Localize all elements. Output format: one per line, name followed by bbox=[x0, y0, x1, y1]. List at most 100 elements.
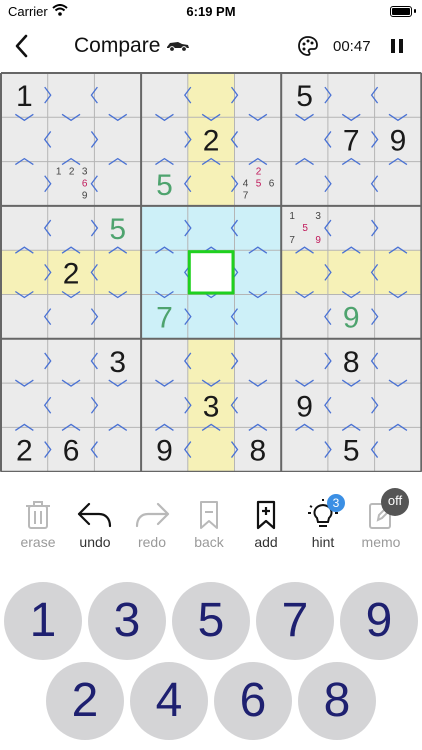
pause-icon[interactable] bbox=[391, 39, 403, 53]
board-cell[interactable] bbox=[47, 383, 95, 428]
back-button[interactable]: back bbox=[181, 498, 237, 556]
board-cell[interactable] bbox=[187, 73, 235, 118]
board-cell[interactable] bbox=[281, 161, 328, 206]
keypad-2-button[interactable]: 2 bbox=[46, 662, 124, 740]
board-cell[interactable] bbox=[234, 73, 282, 118]
cell-given-digit: 1 bbox=[16, 80, 33, 113]
board-cell[interactable] bbox=[1, 294, 48, 339]
undo-button[interactable]: undo bbox=[67, 498, 123, 556]
board-cell[interactable] bbox=[234, 205, 282, 251]
hint-button[interactable]: hint 3 bbox=[295, 494, 351, 556]
board-cell[interactable] bbox=[94, 294, 142, 339]
board-cell[interactable] bbox=[374, 294, 422, 339]
board-cell[interactable] bbox=[1, 161, 48, 206]
keypad-6-button[interactable]: 6 bbox=[214, 662, 292, 740]
keypad-8-button[interactable]: 8 bbox=[298, 662, 376, 740]
keypad-1-button[interactable]: 1 bbox=[4, 582, 82, 660]
keypad-3-button[interactable]: 3 bbox=[88, 582, 166, 660]
cell-given-digit: 5 bbox=[343, 435, 360, 468]
board-cell[interactable] bbox=[187, 427, 235, 472]
board-cell[interactable] bbox=[374, 73, 422, 118]
board-cell[interactable] bbox=[234, 294, 282, 339]
cell-given-digit: 3 bbox=[109, 346, 126, 379]
board-cell[interactable] bbox=[47, 338, 95, 384]
sudoku-board[interactable]: 1527923839269855579123692456713579 bbox=[0, 72, 422, 473]
memo-button[interactable]: memo off bbox=[353, 488, 409, 556]
board-cell[interactable] bbox=[141, 250, 188, 295]
board-cell[interactable] bbox=[374, 161, 422, 206]
cell-memo-digit: 4 bbox=[243, 179, 249, 190]
board-cell[interactable] bbox=[141, 117, 188, 162]
keypad-7-button[interactable]: 7 bbox=[256, 582, 334, 660]
board-cell[interactable] bbox=[141, 205, 188, 251]
board-cell[interactable] bbox=[94, 117, 142, 162]
cell-entry-digit: 9 bbox=[343, 302, 360, 335]
board-cell[interactable] bbox=[94, 250, 142, 295]
board-cell[interactable] bbox=[94, 73, 142, 118]
toolbar: erase undo redo back add hint 3 memo off bbox=[0, 488, 422, 558]
board-cell[interactable] bbox=[1, 205, 48, 251]
cell-given-digit: 2 bbox=[203, 124, 220, 157]
bookmark-back-icon bbox=[181, 498, 237, 534]
selected-cell[interactable] bbox=[187, 250, 235, 295]
board-cell[interactable] bbox=[234, 250, 282, 295]
keypad-4-button[interactable]: 4 bbox=[130, 662, 208, 740]
cell-given-digit: 9 bbox=[156, 435, 173, 468]
board-cell[interactable] bbox=[327, 205, 375, 251]
add-button[interactable]: add bbox=[238, 498, 294, 556]
board-cell[interactable] bbox=[94, 427, 142, 472]
board-cell[interactable] bbox=[374, 383, 422, 428]
timer: 00:47 bbox=[333, 38, 371, 55]
board-cell[interactable] bbox=[234, 117, 282, 162]
cell-memo-digit: 2 bbox=[69, 167, 75, 178]
board-cell[interactable] bbox=[281, 117, 328, 162]
board-cell[interactable] bbox=[234, 383, 282, 428]
board-cell[interactable] bbox=[374, 250, 422, 295]
board-cell[interactable] bbox=[187, 338, 235, 384]
bookmark-add-icon bbox=[238, 498, 294, 534]
back-chevron-icon[interactable] bbox=[14, 34, 30, 65]
board-cell[interactable] bbox=[1, 338, 48, 384]
redo-button[interactable]: redo bbox=[124, 498, 180, 556]
board-cell[interactable] bbox=[234, 338, 282, 384]
cell-given-digit: 3 bbox=[203, 390, 220, 423]
board-cell[interactable] bbox=[141, 383, 188, 428]
keypad-9-button[interactable]: 9 bbox=[340, 582, 418, 660]
board-cell[interactable] bbox=[327, 73, 375, 118]
board-cell[interactable] bbox=[374, 338, 422, 384]
board-cell[interactable] bbox=[47, 205, 95, 251]
cell-memo-digit: 9 bbox=[315, 235, 321, 246]
board-cell[interactable] bbox=[141, 338, 188, 384]
cell-given-digit: 8 bbox=[250, 435, 267, 468]
board-cell[interactable] bbox=[281, 250, 328, 295]
back-label: back bbox=[194, 534, 224, 550]
erase-button[interactable]: erase bbox=[10, 498, 66, 556]
cell-entry-digit: 5 bbox=[109, 213, 126, 246]
trash-icon bbox=[10, 498, 66, 534]
board-cell[interactable] bbox=[47, 117, 95, 162]
board-cell[interactable] bbox=[1, 250, 48, 295]
board-cell[interactable] bbox=[94, 383, 142, 428]
board-cell[interactable] bbox=[374, 427, 422, 472]
cell-memo-digit: 9 bbox=[82, 191, 88, 202]
board-cell[interactable] bbox=[94, 161, 142, 206]
board-cell[interactable] bbox=[327, 383, 375, 428]
board-cell[interactable] bbox=[281, 294, 328, 339]
cell-given-digit: 7 bbox=[343, 124, 360, 157]
board-cell[interactable] bbox=[141, 73, 188, 118]
board-cell[interactable] bbox=[281, 427, 328, 472]
board-cell[interactable] bbox=[374, 205, 422, 251]
board-cell[interactable] bbox=[1, 117, 48, 162]
board-cell[interactable] bbox=[1, 383, 48, 428]
palette-icon[interactable] bbox=[297, 35, 319, 62]
cell-memo-digit: 2 bbox=[256, 167, 262, 178]
board-cell[interactable] bbox=[327, 161, 375, 206]
board-cell[interactable] bbox=[187, 294, 235, 339]
board-cell[interactable] bbox=[47, 294, 95, 339]
board-cell[interactable] bbox=[187, 205, 235, 251]
board-cell[interactable] bbox=[281, 338, 328, 384]
board-cell[interactable] bbox=[187, 161, 235, 206]
board-cell[interactable] bbox=[47, 73, 95, 118]
board-cell[interactable] bbox=[327, 250, 375, 295]
keypad-5-button[interactable]: 5 bbox=[172, 582, 250, 660]
